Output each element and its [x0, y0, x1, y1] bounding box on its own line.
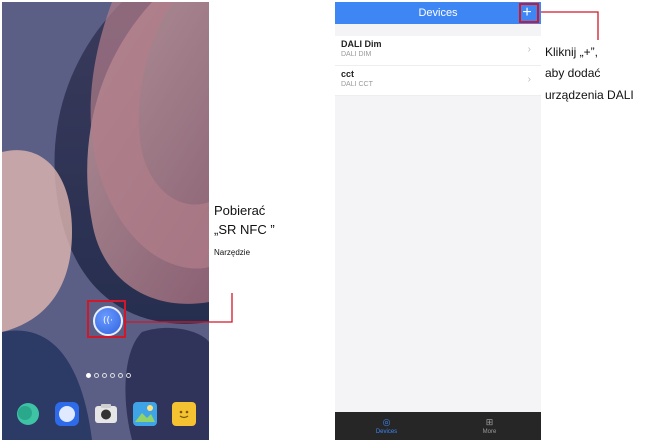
page-title: Devices: [418, 7, 458, 19]
gallery-icon[interactable]: [132, 401, 158, 427]
chevron-right-icon: ›: [527, 74, 531, 85]
page-indicator: [86, 373, 131, 378]
app-header: Devices +: [335, 2, 541, 24]
page-dot: [86, 373, 91, 378]
notes-icon[interactable]: [171, 401, 197, 427]
device-name: cct: [341, 69, 355, 79]
tab-devices[interactable]: ◎ Devices: [335, 412, 438, 440]
page-dot: [110, 373, 115, 378]
browser-icon[interactable]: [54, 401, 80, 427]
camera-icon[interactable]: [93, 401, 119, 427]
grid-icon: ⊞: [485, 417, 494, 427]
app-highlight-box: [87, 300, 126, 338]
list-item[interactable]: DALI Dim DALI DIM ›: [335, 36, 541, 66]
app-screen: Devices + DALI Dim DALI DIM › cct DALI C…: [335, 2, 541, 440]
device-type: DALI DIM: [341, 51, 372, 58]
tab-label: More: [482, 429, 497, 435]
callout-download-line3: Narzędzie: [214, 248, 251, 257]
page-dot: [94, 373, 99, 378]
callout-add-line1: Kliknij „+”,: [545, 45, 599, 59]
add-highlight-box: [519, 3, 539, 23]
callout-add-line3: urządzenia DALI: [545, 88, 634, 102]
page-dot: [118, 373, 123, 378]
tab-more[interactable]: ⊞ More: [438, 412, 541, 440]
app-dock: [2, 388, 209, 440]
messages-icon[interactable]: [15, 401, 41, 427]
callout-download-line2: „SR NFC ”: [214, 222, 275, 237]
device-type: DALI CCT: [341, 81, 373, 88]
device-list: DALI Dim DALI DIM › cct DALI CCT ›: [335, 36, 541, 96]
bottom-nav: ◎ Devices ⊞ More: [335, 412, 541, 440]
home-screen: ((·: [2, 2, 209, 440]
callout-add-line2: aby dodać: [545, 66, 601, 80]
device-name: DALI Dim: [341, 39, 382, 49]
chevron-right-icon: ›: [527, 44, 531, 55]
page-dot: [126, 373, 131, 378]
page-dot: [102, 373, 107, 378]
tab-label: Devices: [375, 429, 398, 435]
devices-icon: ◎: [382, 417, 391, 427]
callout-download-line1: Pobierać: [214, 203, 266, 218]
list-item[interactable]: cct DALI CCT ›: [335, 66, 541, 96]
